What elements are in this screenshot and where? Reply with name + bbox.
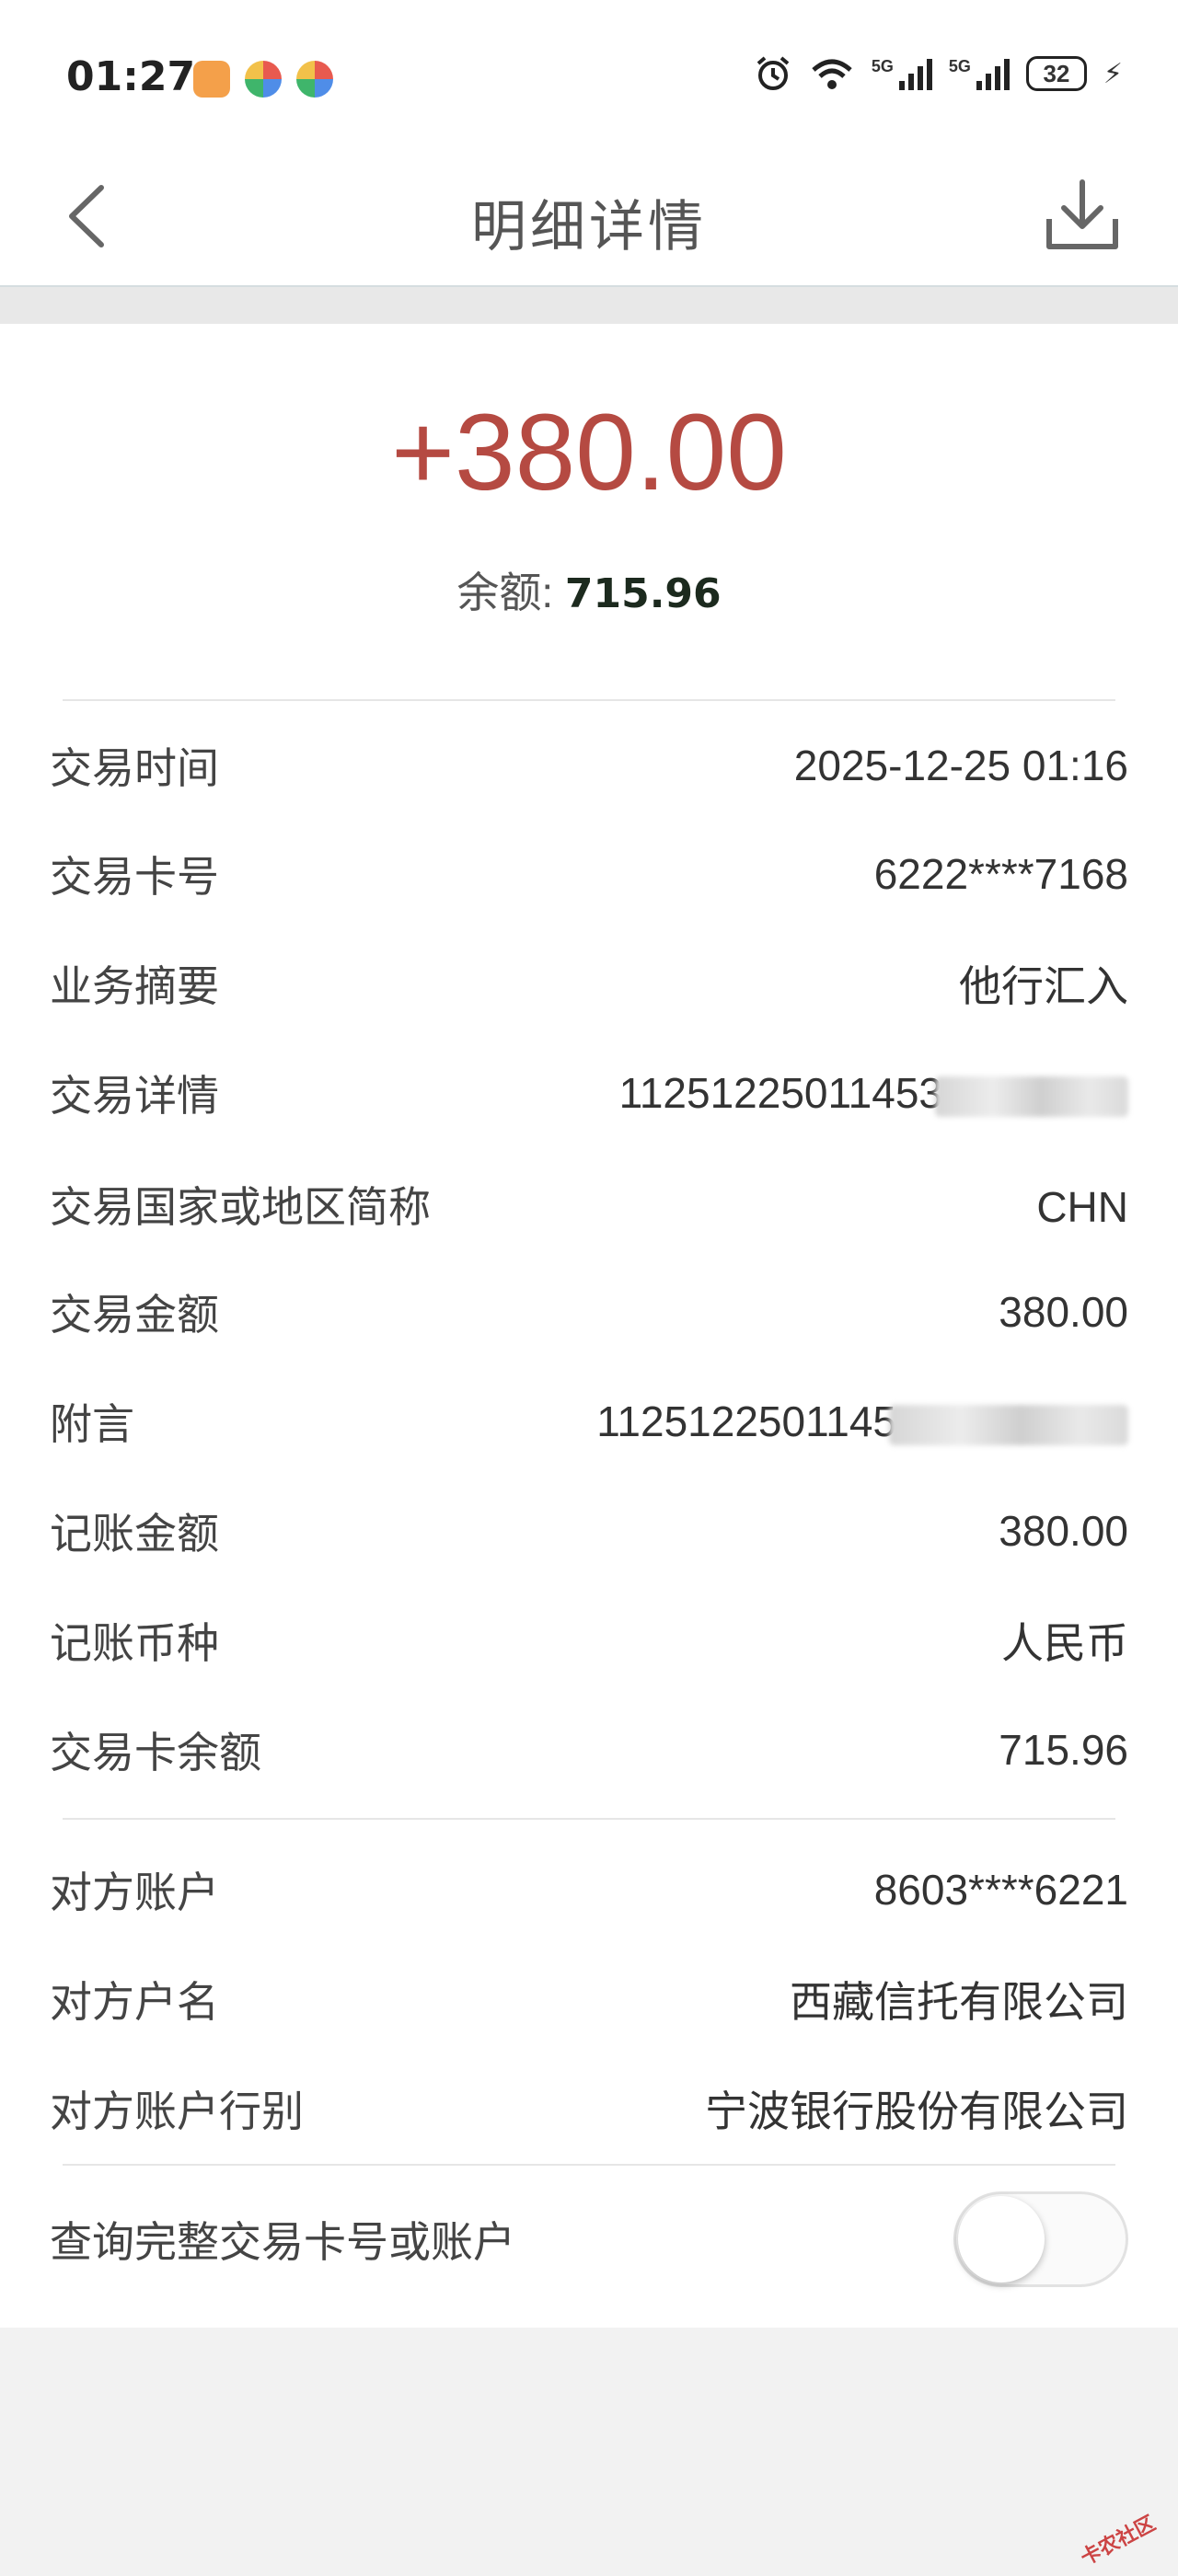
detail-row-transaction-amount: 交易金额 380.00 — [50, 1288, 1128, 1339]
transaction-detail-card: +380.00 余额: 715.96 交易时间 2025-12-25 01:16… — [0, 324, 1178, 2328]
toggle-knob — [958, 2196, 1045, 2283]
watermark: 卡农社区 — [1076, 2511, 1160, 2570]
battery-level: 32 — [1043, 59, 1070, 87]
app-notification-icon — [296, 61, 333, 98]
divider — [63, 1818, 1115, 1820]
detail-row-card-balance: 交易卡余额 715.96 — [50, 1726, 1128, 1777]
charging-icon: ⚡ — [1103, 58, 1123, 89]
detail-row-transaction-detail: 交易详情 11251225011453 — [50, 1056, 1128, 1130]
counterparty-row-account: 对方账户 8603****6221 — [50, 1866, 1128, 1916]
balance-summary: 余额: 715.96 — [0, 559, 1178, 620]
divider — [63, 699, 1115, 701]
nav-bar: 明细详情 — [0, 147, 1178, 287]
transaction-amount: +380.00 — [391, 392, 787, 513]
full-number-toggle-row: 查询完整交易卡号或账户 — [50, 2186, 1128, 2293]
status-time: 01:27 — [66, 53, 196, 100]
detail-row-card-number: 交易卡号 6222****7168 — [50, 850, 1128, 901]
balance-value: 715.96 — [564, 570, 722, 617]
download-button[interactable] — [1040, 173, 1125, 258]
counterparty-row-name: 对方户名 西藏信托有限公司 — [50, 1978, 1128, 2026]
health-app-icon — [193, 61, 230, 98]
status-indicators: 5G 5G 32 ⚡ — [754, 52, 1123, 96]
detail-row-time: 交易时间 2025-12-25 01:16 — [50, 742, 1128, 792]
status-bar: 01:27 5G 5G 32 ⚡ — [0, 0, 1178, 147]
app-notification-icon — [245, 61, 282, 98]
detail-row-posted-amount: 记账金额 380.00 — [50, 1507, 1128, 1558]
full-number-toggle-label: 查询完整交易卡号或账户 — [50, 2218, 515, 2266]
redacted-blur — [889, 1404, 1128, 1445]
page-title: 明细详情 — [471, 196, 707, 258]
detail-row-country: 交易国家或地区简称 CHN — [50, 1183, 1128, 1231]
download-icon — [1046, 179, 1118, 249]
wifi-icon — [812, 59, 852, 89]
full-number-toggle[interactable] — [953, 2191, 1128, 2287]
transaction-detail-value: 11251225011453 — [619, 1068, 1128, 1118]
balance-label: 余额: — [456, 569, 565, 616]
battery-icon: 32 — [1025, 56, 1087, 91]
detail-row-summary: 业务摘要 他行汇入 — [50, 962, 1128, 1010]
remark-value: 1125122501145 — [596, 1397, 1128, 1446]
signal-5g-icon: 5G — [949, 57, 1010, 90]
detail-row-remark: 附言 1125122501145 — [50, 1385, 1128, 1458]
signal-5g-icon: 5G — [872, 57, 932, 90]
section-gap — [0, 287, 1178, 324]
alarm-icon — [756, 56, 790, 90]
detail-row-currency: 记账币种 人民币 — [50, 1619, 1128, 1667]
divider — [63, 2164, 1115, 2166]
counterparty-row-bank: 对方账户行别 宁波银行股份有限公司 — [50, 2087, 1128, 2135]
redacted-blur — [935, 1075, 1128, 1117]
